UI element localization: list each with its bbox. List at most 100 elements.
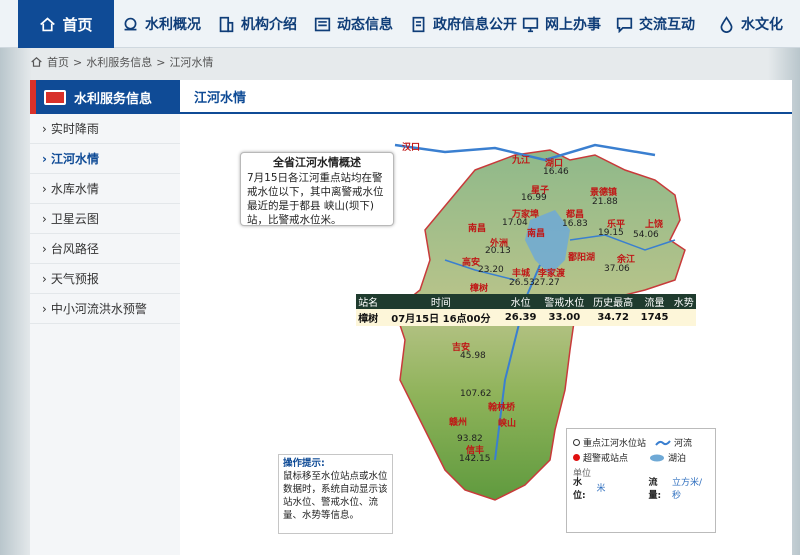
legend-label: 河流 (674, 439, 693, 449)
map-value[interactable]: 19.15 (598, 228, 624, 238)
chevron-right-icon: › (42, 301, 47, 316)
table-header: 历史最高 (588, 294, 638, 309)
sidebar-item-label: 水库水情 (50, 182, 99, 196)
lake-icon (650, 454, 665, 461)
summary-card: 全省江河水情概述 7月15日各江河重点站均在警戒水位以下，其中离警戒水位最近的是… (240, 152, 394, 226)
sidebar: 水利服务信息 › 实时降雨 › 江河水情 › 水库水情 › 卫星云图 › 台风路径 › 天气… (30, 80, 180, 555)
map-value[interactable]: 142.15 (459, 454, 491, 464)
chevron-right-icon: › (42, 211, 47, 226)
sidebar-item-reservoir[interactable]: › 水库水情 (30, 174, 180, 204)
content-tab-title[interactable]: 江河水情 (194, 87, 246, 106)
legend-label: 重点江河水位站 (583, 439, 647, 449)
sidebar-item-rainfall[interactable]: › 实时降雨 (30, 114, 180, 144)
sidebar-item-weather[interactable]: › 天气预报 (30, 264, 180, 294)
table-header: 站名 (356, 294, 381, 309)
sidebar-title: 水利服务信息 (74, 91, 153, 107)
operation-tips: 操作提示: 鼠标移至水位站点或水位数据时，系统自动显示该站水位、警戒水位、流量、… (278, 454, 393, 534)
map-label-jiujiang[interactable]: 九江 (512, 153, 530, 166)
monitor-icon (522, 17, 539, 32)
chevron-right-icon: › (42, 121, 47, 136)
map-value[interactable]: 23.20 (478, 265, 504, 275)
map-value[interactable]: 16.46 (543, 167, 569, 177)
breadcrumb-separator: > (73, 55, 83, 69)
chevron-right-icon: › (42, 241, 47, 256)
nav-label: 水利概况 (145, 17, 201, 33)
map-value[interactable]: 45.98 (460, 351, 486, 361)
table-cell: 1745 (637, 309, 672, 326)
map-value[interactable]: 20.13 (485, 246, 511, 256)
breadcrumb: 首页 > 水利服务信息 > 江河水情 (30, 54, 213, 70)
breadcrumb-service[interactable]: 水利服务信息 (86, 54, 152, 70)
map-value[interactable]: 107.62 (460, 389, 492, 399)
table-header: 水势 (671, 294, 696, 309)
summary-title: 全省江河水情概述 (273, 156, 361, 169)
map-label-hanlinqiao[interactable]: 翰林桥 (488, 400, 515, 413)
tips-text: 鼠标移至水位站点或水位数据时，系统自动显示该站水位、警戒水位、流量、水势等信息。 (283, 471, 388, 521)
map-value[interactable]: 17.04 (502, 218, 528, 228)
nav-gov-info[interactable]: 政府信息公开 (410, 0, 517, 48)
map-label-xiashan[interactable]: 峡山 (498, 416, 516, 429)
map-label-ganzhou[interactable]: 赣州 (449, 415, 467, 428)
map-value[interactable]: 54.06 (633, 230, 659, 240)
sidebar-item-label: 中小河流洪水预警 (50, 302, 147, 316)
water-drop-icon (720, 15, 733, 33)
legend-label: 超警戒站点 (583, 454, 629, 464)
breadcrumb-separator: > (156, 55, 166, 69)
legend-flow-unit: 立方米/秒 (671, 477, 703, 501)
map-legend: 重点江河水位站 河流 超警戒站点 湖泊 单位 水位: 米 流量: 立方米/秒 (566, 428, 716, 533)
table-cell: 樟树 (356, 309, 381, 326)
sidebar-item-flood-warning[interactable]: › 中小河流洪水预警 (30, 294, 180, 324)
chat-icon (616, 17, 633, 33)
table-header-row: 站名 时间 水位 警戒水位 历史最高 流量 水势 (356, 294, 696, 309)
map-label-nanchang2[interactable]: 南昌 (527, 226, 545, 239)
breadcrumb-current: 江河水情 (169, 56, 214, 69)
nav-home-label: 首页 (62, 15, 93, 34)
newspaper-icon (44, 89, 66, 105)
sidebar-item-label: 江河水情 (50, 152, 99, 166)
table-header: 时间 (380, 294, 502, 309)
table-cell: 26.39 (501, 309, 540, 326)
station-info-table: 站名 时间 水位 警戒水位 历史最高 流量 水势 樟树 07月15日 16点00… (356, 294, 696, 326)
nav-online-service[interactable]: 网上办事 (522, 0, 601, 48)
map-label-zhangshu[interactable]: 樟树 (470, 281, 488, 294)
table-header: 水位 (501, 294, 540, 309)
nav-interaction[interactable]: 交流互动 (616, 0, 695, 48)
nav-label: 政府信息公开 (433, 17, 517, 33)
table-row: 樟树 07月15日 16点00分 26.39 33.00 34.72 1745 (356, 309, 696, 326)
nav-news[interactable]: 动态信息 (314, 0, 393, 48)
nav-label: 水文化 (741, 17, 783, 33)
map-label-nanchang[interactable]: 南昌 (468, 221, 486, 234)
building-icon (219, 16, 234, 32)
breadcrumb-home[interactable]: 首页 (47, 54, 69, 70)
map-value[interactable]: 27.27 (534, 278, 560, 288)
alert-station-icon (573, 454, 580, 461)
map-value[interactable]: 16.83 (562, 219, 588, 229)
nav-water-culture[interactable]: 水文化 (718, 0, 783, 48)
sidebar-item-satellite[interactable]: › 卫星云图 (30, 204, 180, 234)
map-label-poyanghu[interactable]: 鄱阳湖 (568, 250, 595, 263)
nav-label: 网上办事 (545, 17, 601, 33)
table-header: 警戒水位 (539, 294, 589, 309)
content-tab-bar: 江河水情 (180, 80, 792, 114)
document-icon (412, 16, 425, 32)
home-icon (31, 57, 42, 67)
map-value[interactable]: 21.88 (592, 197, 618, 207)
nav-home[interactable]: 首页 (18, 0, 114, 48)
legend-row: 重点江河水位站 河流 (573, 435, 709, 450)
legend-level-label: 水位: (573, 477, 586, 501)
map-label-hankou[interactable]: 汉口 (402, 140, 420, 153)
sidebar-item-river-level[interactable]: › 江河水情 (30, 144, 180, 174)
map-value[interactable]: 26.53 (509, 278, 535, 288)
sidebar-header: 水利服务信息 (30, 80, 180, 114)
sidebar-item-typhoon[interactable]: › 台风路径 (30, 234, 180, 264)
map-value[interactable]: 37.06 (604, 264, 630, 274)
water-overview-icon (124, 17, 137, 30)
legend-unit-row: 水位: 米 流量: 立方米/秒 (573, 478, 709, 501)
nav-organization[interactable]: 机构介绍 (218, 0, 297, 48)
river-icon (655, 439, 671, 446)
news-icon (314, 17, 331, 31)
map-value[interactable]: 16.99 (521, 193, 547, 203)
nav-water-overview[interactable]: 水利概况 (122, 0, 201, 48)
map-label-shangrao[interactable]: 上饶 (645, 217, 663, 230)
sidebar-item-label: 天气预报 (50, 272, 99, 286)
